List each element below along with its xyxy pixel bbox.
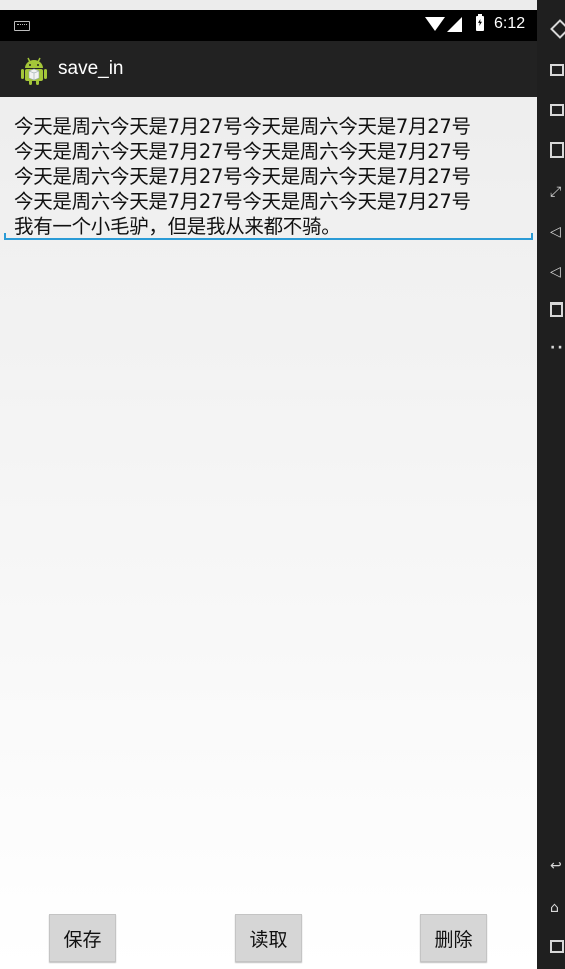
status-bar: 6:12: [0, 10, 537, 41]
edit-text-field[interactable]: 今天是周六今天是7月27号今天是周六今天是7月27号 今天是周六今天是7月27号…: [4, 106, 533, 240]
volume-down-icon[interactable]: ◁: [550, 224, 565, 240]
battery-charging-icon: [476, 14, 484, 31]
screen-icon[interactable]: [550, 104, 564, 116]
delete-button[interactable]: 删除: [420, 914, 487, 962]
action-bar: save_in: [0, 41, 537, 97]
keyboard-notification-icon: [14, 21, 30, 31]
status-time: 6:12: [494, 15, 526, 32]
recents-icon[interactable]: [550, 940, 564, 953]
home-icon[interactable]: ⌂: [550, 900, 565, 916]
phone-screen: 6:12 save_in 今天是周六今天是7月27号今天是周六今天是7月27号 …: [0, 0, 537, 969]
save-button[interactable]: 保存: [49, 914, 116, 962]
edit-text-line: 我有一个小毛驴，但是我从来都不骑。: [14, 215, 341, 238]
rotate-icon[interactable]: [550, 19, 565, 39]
more-icon[interactable]: ···: [550, 340, 565, 356]
fullscreen-icon[interactable]: ⤢: [550, 184, 565, 200]
keyboard-icon[interactable]: [550, 64, 564, 76]
emulator-toolbar: ⤢ ◁ ◁ ··· ↩ ⌂: [537, 0, 565, 969]
read-button[interactable]: 读取: [235, 914, 302, 962]
trash-icon[interactable]: [550, 302, 563, 317]
signal-icon: [447, 17, 462, 32]
volume-up-icon[interactable]: ◁: [550, 264, 565, 280]
apk-install-icon[interactable]: [550, 142, 564, 158]
app-title: save_in: [58, 58, 124, 79]
wifi-icon: [425, 17, 445, 31]
android-app-icon: [21, 57, 47, 85]
back-icon[interactable]: ↩: [550, 858, 565, 874]
